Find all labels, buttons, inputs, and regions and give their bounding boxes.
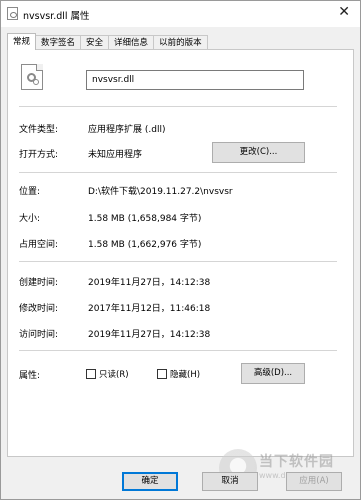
dll-file-icon	[7, 7, 18, 20]
file-type-icon	[21, 64, 43, 90]
accessed-label: 访问时间:	[19, 330, 59, 340]
opens-with-label: 打开方式:	[19, 150, 59, 160]
divider	[19, 172, 337, 173]
apply-button[interactable]: 应用(A)	[286, 472, 342, 491]
divider	[19, 350, 337, 351]
size-on-disk-value: 1.58 MB (1,662,976 字节)	[88, 240, 202, 250]
file-type-value: 应用程序扩展 (.dll)	[88, 125, 166, 135]
properties-window: nvsvsr.dll 属性 ✕ 常规 数字签名 安全 详细信息 以前的版本 nv…	[0, 0, 361, 500]
readonly-checkbox-box[interactable]	[86, 369, 96, 379]
opens-with-value: 未知应用程序	[88, 150, 143, 160]
location-label: 位置:	[19, 187, 41, 197]
hidden-checkbox[interactable]: 隐藏(H)	[157, 368, 200, 380]
hidden-checkbox-label: 隐藏(H)	[170, 370, 201, 380]
cancel-button[interactable]: 取消	[202, 472, 258, 491]
size-value: 1.58 MB (1,658,984 字节)	[88, 214, 202, 224]
tab-general[interactable]: 常规	[7, 33, 37, 50]
tab-details[interactable]: 详细信息	[108, 35, 155, 50]
tab-previous-versions[interactable]: 以前的版本	[153, 35, 208, 50]
accessed-value: 2019年11月27日，14:12:38	[88, 330, 211, 340]
change-button[interactable]: 更改(C)...	[212, 142, 305, 163]
file-type-label: 文件类型:	[19, 125, 59, 135]
size-on-disk-label: 占用空间:	[19, 240, 59, 250]
created-value: 2019年11月27日，14:12:38	[88, 278, 211, 288]
location-value: D:\软件下载\2019.11.27.2\nvsvsr	[88, 187, 233, 197]
ok-button[interactable]: 确定	[122, 472, 178, 491]
divider	[19, 106, 337, 107]
tab-strip: 常规 数字签名 安全 详细信息 以前的版本	[7, 33, 208, 50]
watermark-title: 当下软件园	[259, 454, 334, 470]
small-gear-icon	[33, 79, 39, 85]
window-title: nvsvsr.dll 属性	[23, 11, 90, 22]
general-panel: nvsvsr.dll 文件类型: 应用程序扩展 (.dll) 打开方式: 未知应…	[7, 49, 354, 457]
readonly-checkbox[interactable]: 只读(R)	[86, 368, 129, 380]
tab-security[interactable]: 安全	[80, 35, 110, 50]
modified-label: 修改时间:	[19, 304, 59, 314]
created-label: 创建时间:	[19, 278, 59, 288]
divider	[19, 261, 337, 262]
size-label: 大小:	[19, 214, 41, 224]
close-icon[interactable]: ✕	[338, 4, 350, 20]
modified-value: 2017年11月12日，11:46:18	[88, 304, 211, 314]
hidden-checkbox-box[interactable]	[157, 369, 167, 379]
attributes-label: 属性:	[19, 371, 41, 381]
readonly-checkbox-label: 只读(R)	[99, 370, 129, 380]
title-bar: nvsvsr.dll 属性 ✕	[1, 1, 360, 27]
tab-digital-signatures[interactable]: 数字签名	[35, 35, 82, 50]
file-name-input[interactable]: nvsvsr.dll	[86, 70, 304, 90]
advanced-button[interactable]: 高级(D)...	[241, 363, 305, 384]
